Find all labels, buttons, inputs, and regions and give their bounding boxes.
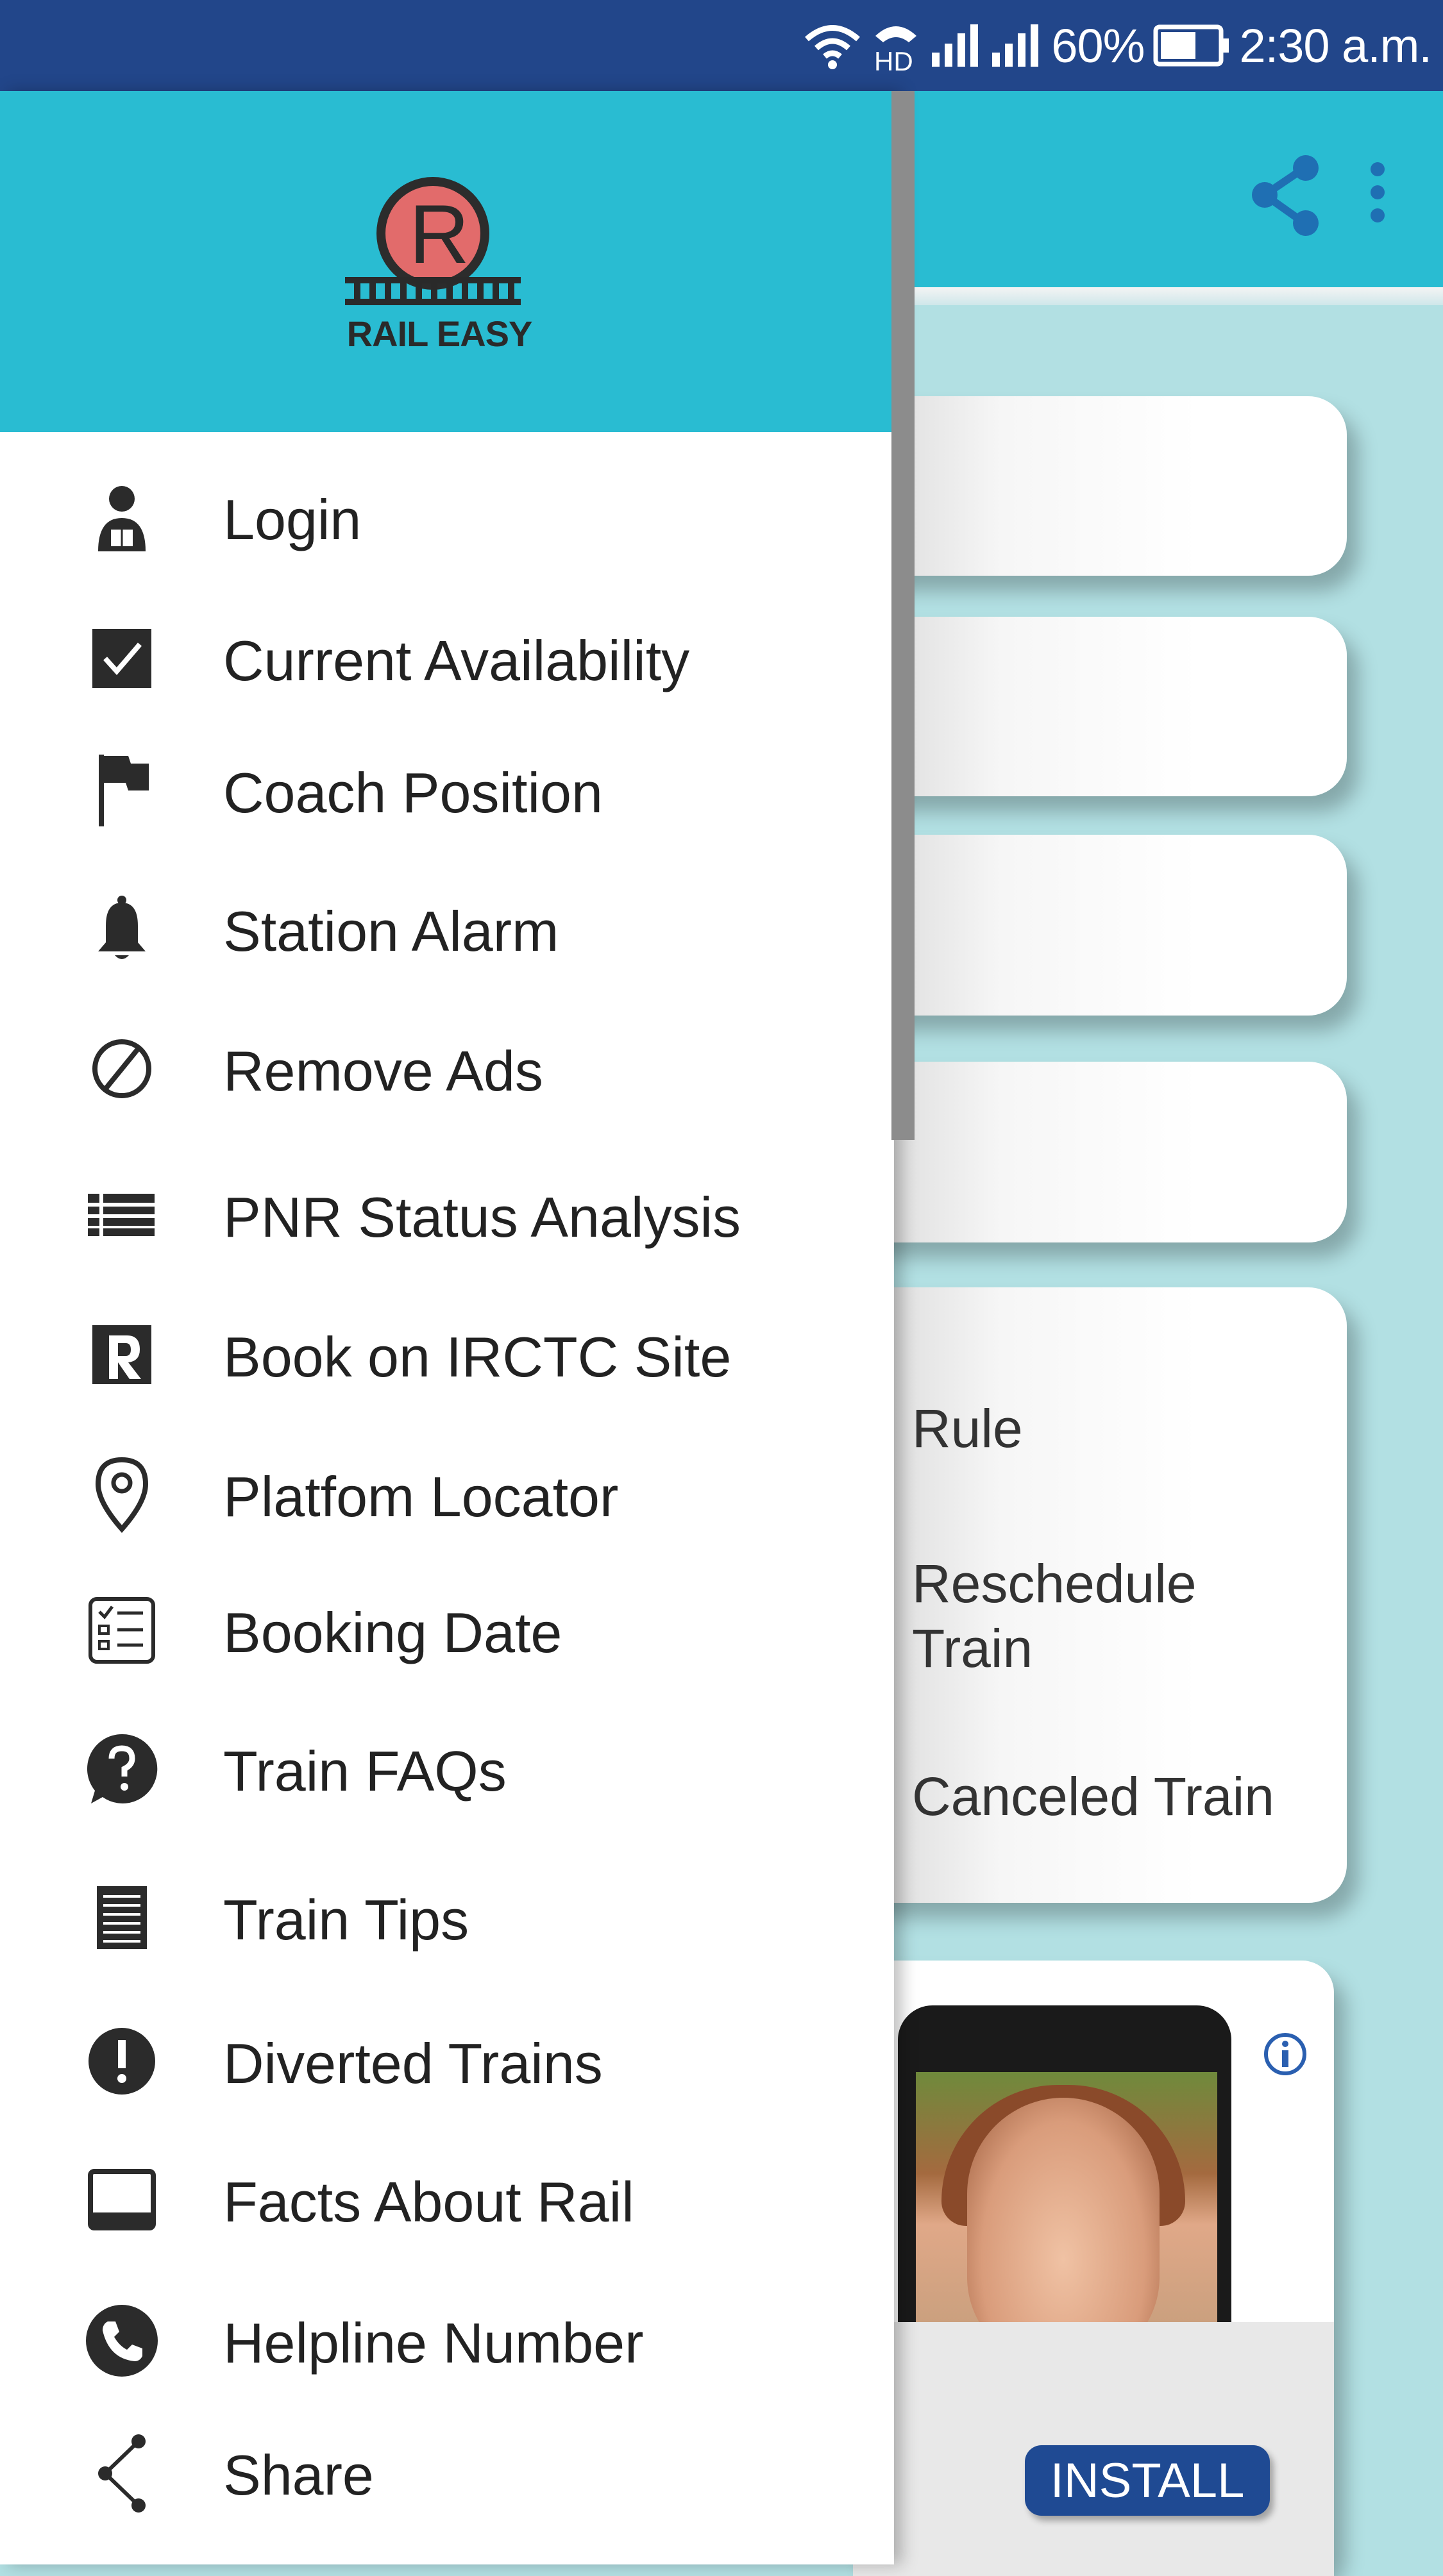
card-option-canceled[interactable]: Canceled Train: [912, 1764, 1274, 1829]
logo-text: RAIL EASY: [346, 314, 533, 354]
battery-icon: [1153, 24, 1229, 67]
feature-card[interactable]: [853, 617, 1347, 796]
drawer-item-platform-locator[interactable]: Platfom Locator: [0, 1440, 891, 1543]
drawer-item-label: Train Tips: [223, 1888, 469, 1952]
drawer-item-login[interactable]: Login: [0, 463, 891, 565]
drawer-scrollbar[interactable]: [891, 91, 915, 1140]
feature-card[interactable]: [853, 396, 1347, 576]
status-icons: HD 60% 2:30 a.m.: [804, 0, 1432, 91]
drawer-item-label: Remove Ads: [223, 1039, 543, 1103]
drawer-item-remove-ads[interactable]: Remove Ads: [0, 1014, 891, 1117]
drawer-item-station-alarm[interactable]: Station Alarm: [0, 874, 891, 977]
tablet-icon: [83, 2164, 160, 2235]
drawer-item-label: Train FAQs: [223, 1739, 507, 1803]
drawer-item-share[interactable]: Share: [0, 2418, 891, 2521]
bell-icon: [83, 894, 160, 964]
signal-icon: [992, 24, 1039, 67]
checklist-icon: [83, 1595, 160, 1666]
irctc-icon: [83, 1319, 160, 1390]
location-pin-icon: [83, 1457, 160, 1533]
feature-card[interactable]: [853, 1062, 1347, 1242]
drawer-item-label: Facts About Rail: [223, 2170, 634, 2234]
user-icon: [83, 482, 160, 553]
battery-percent: 60%: [1051, 19, 1145, 72]
block-icon: [83, 1033, 160, 1104]
drawer-item-book-on-irctc[interactable]: Book on IRCTC Site: [0, 1300, 891, 1403]
drawer-item-facts-about-rail[interactable]: Facts About Rail: [0, 2145, 891, 2248]
clock: 2:30 a.m.: [1239, 19, 1432, 72]
wifi-icon: [805, 25, 861, 69]
card-option-reschedule[interactable]: Reschedule Train: [912, 1551, 1233, 1681]
drawer-item-label: Current Availability: [223, 629, 690, 692]
more-vert-icon: [1371, 162, 1385, 222]
drawer-item-label: PNR Status Analysis: [223, 1185, 741, 1249]
install-button[interactable]: INSTALL: [1025, 2445, 1270, 2516]
navigation-drawer: R RAIL EASY Login Current Availability C…: [0, 91, 894, 2564]
drawer-item-label: Platfom Locator: [223, 1465, 619, 1528]
drawer-item-coach-position[interactable]: Coach Position: [0, 736, 891, 839]
checkbox-icon: [83, 623, 160, 694]
drawer-item-label: Login: [223, 488, 362, 551]
drawer-item-label: Share: [223, 2443, 374, 2507]
drawer-item-pnr-status-analysis[interactable]: PNR Status Analysis: [0, 1160, 891, 1263]
signal-icon: [932, 24, 979, 67]
flag-icon: [83, 755, 160, 826]
notes-icon: [83, 1882, 160, 1953]
svg-text:HD: HD: [874, 46, 913, 74]
share-icon: [1252, 155, 1319, 236]
drawer-item-label: Helpline Number: [223, 2311, 644, 2375]
drawer-item-label: Coach Position: [223, 761, 603, 824]
drawer-item-helpline-number[interactable]: Helpline Number: [0, 2286, 891, 2389]
drawer-item-train-tips[interactable]: Train Tips: [0, 1863, 891, 1966]
drawer-item-diverted-trains[interactable]: Diverted Trains: [0, 2007, 891, 2109]
phone-icon: [83, 2305, 160, 2377]
list-icon: [83, 1180, 160, 1250]
drawer-item-label: Diverted Trains: [223, 2032, 603, 2095]
drawer-item-label: Book on IRCTC Site: [223, 1325, 732, 1389]
svg-text:R: R: [409, 187, 469, 281]
drawer-item-current-availability[interactable]: Current Availability: [0, 604, 891, 707]
drawer-header: R RAIL EASY: [0, 91, 894, 432]
ad-info-icon[interactable]: [1262, 2031, 1308, 2080]
drawer-item-booking-date[interactable]: Booking Date: [0, 1576, 891, 1678]
hd-call-icon: HD: [874, 26, 917, 74]
drawer-item-label: Booking Date: [223, 1601, 562, 1664]
drawer-item-train-faqs[interactable]: Train FAQs: [0, 1714, 891, 1817]
status-bar: HD 60% 2:30 a.m.: [0, 0, 1443, 91]
feature-card[interactable]: [853, 835, 1347, 1016]
alert-icon: [83, 2026, 160, 2096]
help-icon: [83, 1734, 160, 1804]
card-option-rule[interactable]: Rule: [912, 1396, 1023, 1461]
ad-photo: [916, 2072, 1217, 2326]
rail-easy-logo: R: [345, 177, 521, 305]
toolbar-more-button[interactable]: [1365, 160, 1390, 228]
share-icon: [83, 2434, 160, 2513]
drawer-item-label: Station Alarm: [223, 899, 559, 963]
toolbar-share-button[interactable]: [1251, 154, 1321, 240]
